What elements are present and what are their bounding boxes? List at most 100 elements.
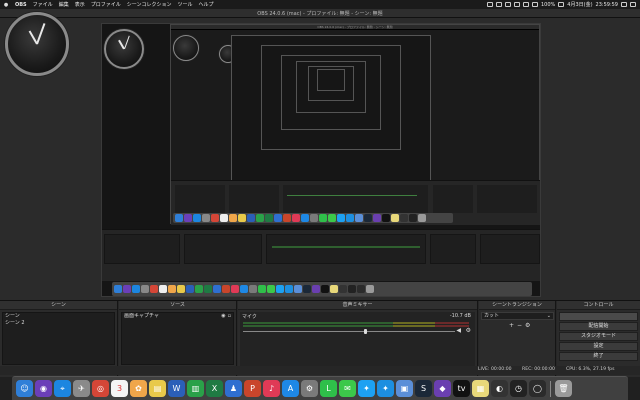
battery-percent: 100% — [540, 1, 556, 8]
preview-canvas[interactable]: OBS 24.0.6 (mac) - プロファイル: 無題 - シーン: 無題 — [101, 23, 541, 297]
obs-icon[interactable]: ◯ — [529, 380, 546, 397]
level-meter-peak — [435, 322, 469, 324]
chrome-icon[interactable]: ◎ — [92, 380, 109, 397]
transition-select[interactable]: カット ⌄ — [481, 312, 554, 320]
menu-profile[interactable]: プロファイル — [88, 1, 124, 8]
level-meter-peak — [435, 325, 469, 327]
dock-area: シーン シーン シーン 2 + − ∧ ∨ ソース 画面キャプチャ ◉ ▫ — [0, 300, 640, 377]
track-name: マイク — [242, 314, 257, 320]
notes2-icon[interactable]: ▦ — [472, 380, 489, 397]
menu-tools[interactable]: ツール — [175, 1, 196, 8]
volume-icon[interactable] — [531, 2, 538, 7]
menubar-status-area: 100% 4月3日(金) 23:59:59 — [486, 1, 640, 8]
vpn-icon[interactable]: ◆ — [434, 380, 451, 397]
sources-list: 画面キャプチャ ◉ ▫ — [121, 312, 234, 365]
menubar-date[interactable]: 4月3日(金) — [567, 1, 592, 8]
cpu-status: CPU: 6.3%, 27.19 fps — [566, 367, 615, 372]
menu-help[interactable]: ヘルプ — [196, 1, 217, 8]
word-icon[interactable]: W — [168, 380, 185, 397]
launchpad-icon[interactable]: ✈ — [73, 380, 90, 397]
sources-title: ソース — [119, 301, 236, 310]
scene-item[interactable]: シーン 2 — [3, 320, 114, 327]
track-settings-icon[interactable]: ⚙ — [466, 327, 471, 334]
clock-widget-icon — [5, 12, 69, 76]
studio-mode-button[interactable]: スタジオモード — [559, 332, 638, 341]
clock-widget-icon — [104, 29, 144, 69]
live-status: LIVE: 00:00:00 — [478, 367, 512, 372]
control-center-icon[interactable] — [630, 2, 636, 7]
scenes-title: シーン — [0, 301, 117, 310]
macos-dock: ☺ ◉ ⌖ ✈ ◎ 3 ✿ ▤ W ▥ X ♟ P ♪ A ⚙ L ✉ ✦ ✦ ▣ S ◆ tv ▦ ◐ ◷ ◯ 🗑 — [12, 376, 628, 400]
calendar-icon[interactable]: 3 — [111, 380, 128, 397]
messages-icon[interactable]: ✉ — [339, 380, 356, 397]
window-titlebar: OBS 24.0.6 (mac) - プロファイル: 無題 - シーン: 無題 — [0, 9, 640, 18]
preview-icon[interactable]: ▣ — [396, 380, 413, 397]
menubar-time[interactable]: 23:59:59 — [596, 2, 618, 8]
wifi-icon[interactable] — [522, 2, 529, 7]
photobooth-icon[interactable]: ◐ — [491, 380, 508, 397]
dropbox-icon[interactable] — [504, 2, 511, 7]
siri-icon[interactable]: ◉ — [35, 380, 52, 397]
exit-button[interactable]: 終了 — [559, 352, 638, 361]
add-transition-button[interactable]: + — [509, 322, 514, 329]
battery-icon[interactable] — [558, 2, 565, 7]
transition-settings-icon[interactable]: ⚙ — [525, 322, 530, 329]
macos-menubar: ● OBS ファイル 編集 表示 プロファイル シーンコレクション ツール ヘル… — [0, 0, 640, 9]
start-recording-button[interactable] — [559, 312, 638, 321]
apple-icon[interactable]: ● — [0, 2, 12, 8]
twitter-icon[interactable]: ✦ — [358, 380, 375, 397]
steam-icon[interactable]: S — [415, 380, 432, 397]
excel-icon[interactable]: X — [206, 380, 223, 397]
menu-app-obs[interactable]: OBS — [12, 2, 30, 8]
level-meter-warning — [393, 325, 435, 327]
trash-icon[interactable]: 🗑 — [555, 380, 572, 397]
level-meter — [243, 325, 393, 327]
track-db: -10.7 dB — [449, 313, 471, 319]
share-icon[interactable] — [495, 2, 502, 7]
chevron-down-icon: ⌄ — [546, 313, 551, 319]
source-name: 画面キャプチャ — [124, 313, 159, 319]
music-icon[interactable]: ♪ — [263, 380, 280, 397]
photos-icon[interactable]: ✿ — [130, 380, 147, 397]
menu-scene-collection[interactable]: シーンコレクション — [124, 1, 175, 8]
desktop: ● OBS ファイル 編集 表示 プロファイル シーンコレクション ツール ヘル… — [0, 0, 640, 400]
settings-button[interactable]: 設定 — [559, 342, 638, 351]
line-icon[interactable]: L — [320, 380, 337, 397]
clock-icon[interactable]: ◷ — [510, 380, 527, 397]
scene-item[interactable]: シーン — [3, 313, 114, 320]
keynote-icon[interactable]: ♟ — [225, 380, 242, 397]
dock-separator — [550, 380, 551, 397]
controls-title: コントロール — [557, 301, 640, 310]
volume-slider-track[interactable] — [243, 331, 455, 332]
speaker-icon[interactable]: ◀ — [456, 327, 461, 334]
mixer-title: 音声ミキサー — [238, 301, 477, 310]
menu-file[interactable]: ファイル — [30, 1, 56, 8]
transition-selected: カット — [484, 313, 500, 319]
safari-icon[interactable]: ⌖ — [54, 380, 71, 397]
tv-icon[interactable]: tv — [453, 380, 470, 397]
finder-icon[interactable]: ☺ — [16, 380, 33, 397]
source-item[interactable]: 画面キャプチャ ◉ ▫ — [122, 313, 233, 320]
record-icon[interactable] — [486, 2, 493, 7]
start-streaming-button[interactable]: 配信開始 — [559, 322, 638, 331]
nested-title: OBS 24.0.6 (mac) - プロファイル: 無題 - シーン: 無題 — [171, 25, 539, 30]
bluetooth-icon[interactable] — [513, 2, 520, 7]
search-icon[interactable] — [621, 2, 627, 7]
numbers-icon[interactable]: ▥ — [187, 380, 204, 397]
notes-icon[interactable]: ▤ — [149, 380, 166, 397]
rec-status: REC: 00:00:00 — [522, 367, 555, 372]
preferences-icon[interactable]: ⚙ — [301, 380, 318, 397]
level-meter-warning — [393, 322, 435, 324]
volume-slider-thumb[interactable] — [364, 329, 368, 334]
lock-icon[interactable]: ▫ — [228, 313, 233, 320]
level-meter — [243, 322, 393, 324]
scenes-list: シーン シーン 2 — [2, 312, 115, 365]
menu-edit[interactable]: 編集 — [56, 1, 72, 8]
twitter2-icon[interactable]: ✦ — [377, 380, 394, 397]
powerpoint-icon[interactable]: P — [244, 380, 261, 397]
nested-obs-window: OBS 24.0.6 (mac) - プロファイル: 無題 - シーン: 無題 — [170, 24, 540, 225]
appstore-icon[interactable]: A — [282, 380, 299, 397]
window-title: OBS 24.0.6 (mac) - プロファイル: 無題 - シーン: 無題 — [257, 11, 383, 17]
menu-view[interactable]: 表示 — [72, 1, 88, 8]
remove-transition-button[interactable]: − — [517, 322, 522, 329]
